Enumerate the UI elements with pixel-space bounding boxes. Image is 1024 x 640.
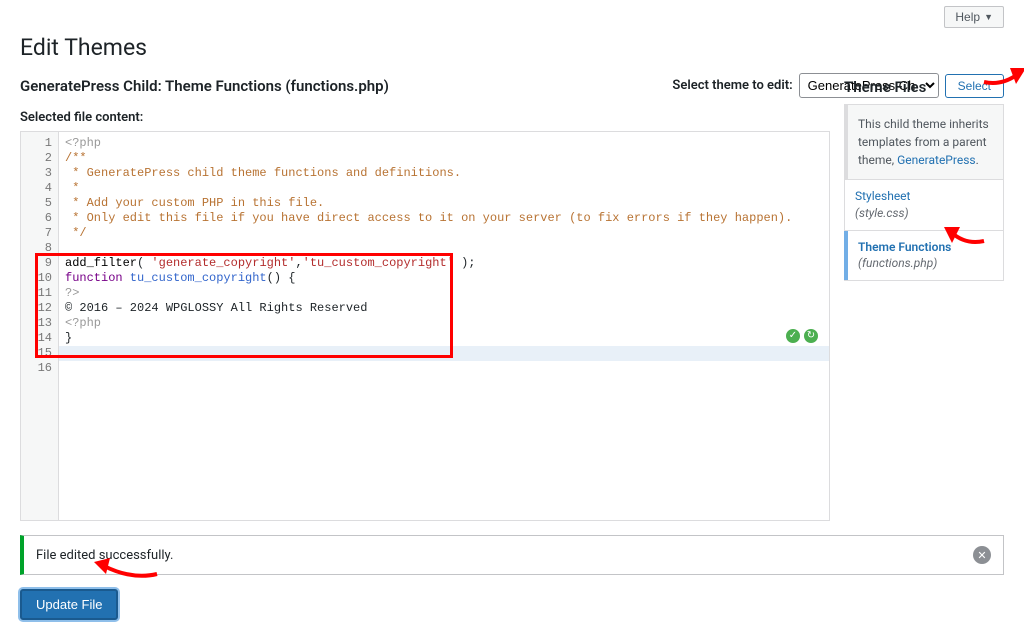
- dismiss-icon[interactable]: ✕: [973, 546, 991, 564]
- help-label: Help: [955, 10, 980, 24]
- selected-file-label: Selected file content:: [20, 110, 830, 125]
- file-heading: GeneratePress Child: Theme Functions (fu…: [20, 77, 389, 95]
- inherits-notice: This child theme inherits templates from…: [844, 104, 1004, 180]
- help-dropdown[interactable]: Help ▼: [944, 6, 1004, 28]
- update-file-button[interactable]: Update File: [20, 589, 118, 620]
- code-content[interactable]: <?php /** * GeneratePress child theme fu…: [59, 132, 829, 520]
- parent-theme-link[interactable]: GeneratePress: [897, 153, 975, 167]
- caret-down-icon: ▼: [984, 12, 993, 22]
- success-notice: File edited successfully. ✕: [20, 535, 1004, 575]
- code-hints-icon[interactable]: ✓↻: [785, 328, 819, 344]
- page-title: Edit Themes: [20, 34, 1004, 61]
- file-item-stylesheet[interactable]: Stylesheet (style.css): [845, 180, 1003, 231]
- line-gutter: 1 2 3 4 5 6 7 8 9 10 11 12 13 14 15 16: [21, 132, 59, 520]
- success-message: File edited successfully.: [36, 548, 173, 563]
- select-button[interactable]: Select: [945, 74, 1004, 98]
- file-item-functions[interactable]: Theme Functions (functions.php): [844, 231, 1003, 281]
- theme-select-label: Select theme to edit:: [672, 78, 792, 93]
- code-editor[interactable]: 1 2 3 4 5 6 7 8 9 10 11 12 13 14 15 16 <…: [20, 131, 830, 521]
